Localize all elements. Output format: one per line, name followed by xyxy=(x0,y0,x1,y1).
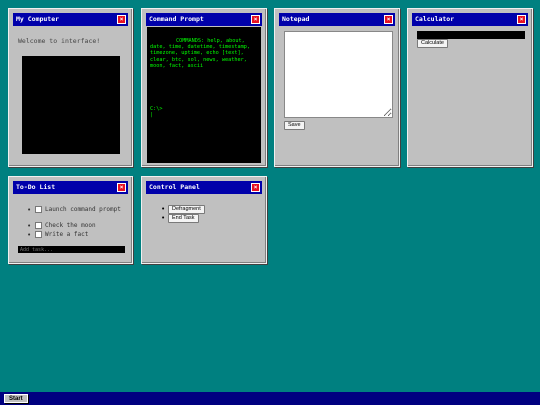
terminal-cursor: | xyxy=(150,112,154,118)
taskbar: Start xyxy=(0,392,540,405)
command-prompt-titlebar[interactable]: Command Prompt × xyxy=(146,13,262,26)
todo-titlebar[interactable]: To-Do List × xyxy=(13,181,128,194)
start-button[interactable]: Start xyxy=(4,394,28,403)
notepad-window: Notepad × Save xyxy=(274,8,400,167)
notepad-titlebar[interactable]: Notepad × xyxy=(279,13,395,26)
save-button[interactable]: Save xyxy=(284,121,305,130)
todo-title: To-Do List xyxy=(16,183,56,191)
close-icon[interactable]: × xyxy=(384,15,393,24)
bullet: • xyxy=(161,205,166,213)
close-icon[interactable]: × xyxy=(251,183,260,192)
checkbox[interactable] xyxy=(35,222,42,229)
my-computer-title: My Computer xyxy=(16,15,60,23)
add-task-input[interactable] xyxy=(18,246,125,253)
control-panel-title: Control Panel xyxy=(149,183,200,191)
notepad-title: Notepad xyxy=(282,15,310,23)
close-icon[interactable]: × xyxy=(117,15,126,24)
calculator-window: Calculator × Calculate xyxy=(407,8,533,167)
todo-window: To-Do List × • Launch command prompt • C… xyxy=(8,176,133,264)
terminal-commands: COMMANDS: help, about, date, time, datet… xyxy=(150,38,250,69)
terminal[interactable]: COMMANDS: help, about, date, time, datet… xyxy=(147,27,261,163)
close-icon[interactable]: × xyxy=(517,15,526,24)
close-icon[interactable]: × xyxy=(251,15,260,24)
todo-list: • Launch command prompt • Check the moon… xyxy=(27,206,125,240)
calculator-titlebar[interactable]: Calculator × xyxy=(412,13,528,26)
command-prompt-title: Command Prompt xyxy=(149,15,204,23)
my-computer-titlebar[interactable]: My Computer × xyxy=(13,13,128,26)
close-icon[interactable]: × xyxy=(117,183,126,192)
defragment-button[interactable]: Defragment xyxy=(168,205,205,214)
list-item: • Write a fact xyxy=(27,231,89,239)
todo-label: Write a fact xyxy=(45,231,89,238)
command-prompt-window: Command Prompt × COMMANDS: help, about, … xyxy=(141,8,267,167)
checkbox[interactable] xyxy=(35,231,42,238)
notepad-textarea[interactable] xyxy=(284,31,393,118)
list-item: • Check the moon xyxy=(27,222,96,230)
list-item: • Launch command prompt xyxy=(27,206,121,214)
control-panel-titlebar[interactable]: Control Panel × xyxy=(146,181,262,194)
calculate-button[interactable]: Calculate xyxy=(417,39,448,48)
end-task-button[interactable]: End Task xyxy=(168,214,199,223)
todo-label: Launch command prompt xyxy=(45,206,121,213)
computer-screen xyxy=(22,56,120,154)
calculator-display[interactable] xyxy=(417,31,525,39)
my-computer-window: My Computer × Welcome to interface! xyxy=(8,8,133,167)
control-panel-window: Control Panel × • Defragment • End Task xyxy=(141,176,267,264)
welcome-text: Welcome to interface! xyxy=(18,37,101,45)
checkbox[interactable] xyxy=(35,206,42,213)
todo-label: Check the moon xyxy=(45,222,96,229)
calculator-title: Calculator xyxy=(415,15,455,23)
bullet: • xyxy=(161,214,166,222)
